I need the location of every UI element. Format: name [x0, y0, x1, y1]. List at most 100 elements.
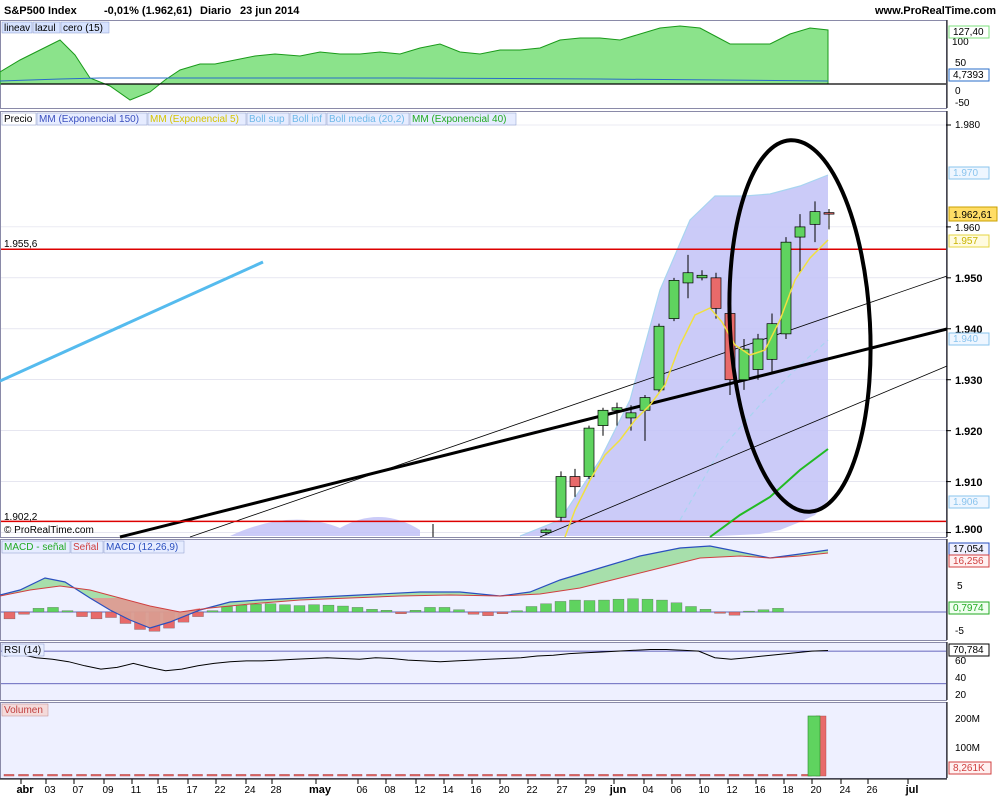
- volume-bar: [467, 774, 479, 777]
- macd-badge-3-text: 0,7974: [953, 603, 984, 614]
- macd-hist-bar: [772, 608, 784, 613]
- linreg-tick-0: 0: [955, 86, 961, 97]
- x-label-may: may: [309, 784, 332, 796]
- volume-bar: [772, 774, 783, 777]
- rsi-badge-text: 70,784: [953, 645, 984, 656]
- volume-bar: [757, 774, 769, 777]
- legend-mm5: MM (Exponencial 5): [150, 114, 239, 125]
- macd-tick-5: 5: [957, 581, 963, 592]
- volume-bar: [134, 774, 145, 777]
- volume-bar: [728, 774, 740, 777]
- x-label-jul: jul: [905, 784, 919, 796]
- volume-bar: [714, 774, 725, 777]
- macd-tick-neg5: -5: [955, 626, 964, 637]
- x-label-04: 04: [642, 785, 654, 796]
- badge-mm5-text: 1.957: [953, 236, 978, 247]
- volume-bar: [322, 774, 334, 777]
- volume-bar: [105, 774, 116, 777]
- macd-badge-1-text: 17,054: [953, 544, 984, 555]
- x-label-16: 16: [754, 785, 766, 796]
- volume-bar: [163, 774, 174, 777]
- vol-tick-100m: 100M: [955, 743, 980, 754]
- macd-badge-2-text: 16,256: [953, 556, 984, 567]
- volume-bg: [1, 703, 946, 778]
- rsi-tick-40: 40: [955, 673, 967, 684]
- x-label-22: 22: [214, 785, 226, 796]
- volume-bar: [76, 774, 87, 777]
- macd-hist-bar: [743, 610, 755, 613]
- linreg-badge-2-text: 4,7393: [953, 70, 984, 81]
- volume-bar: [61, 774, 73, 777]
- x-label-07: 07: [72, 785, 84, 796]
- volume-spike-bar: [807, 715, 821, 777]
- macd-hist-bar: [438, 607, 451, 613]
- period-label: Diario: [200, 5, 231, 17]
- macd-hist-bar: [714, 611, 726, 614]
- x-label-27: 27: [556, 785, 568, 796]
- macd-hist-bar: [380, 610, 393, 613]
- macd-hist-bar: [656, 599, 668, 613]
- legend-bollsup: Boll sup: [249, 114, 285, 125]
- legend-bollmedia: Boll media (20,2): [329, 114, 405, 125]
- x-label-24: 24: [839, 785, 851, 796]
- macd-hist-bar: [206, 610, 219, 613]
- volume-bar: [438, 774, 450, 777]
- macd-hist-bar: [90, 611, 103, 620]
- volume-bar: [409, 774, 421, 777]
- volume-bar: [221, 774, 232, 777]
- volume-bar: [264, 774, 276, 777]
- chart-canvas: S&P500 Index -0,01% (1.962,61) Diario 23…: [0, 0, 1000, 796]
- macd-hist-bar: [670, 602, 683, 613]
- candle-03 jun: [611, 407, 623, 411]
- volume-bar: [308, 774, 319, 777]
- x-label-22: 22: [526, 785, 538, 796]
- volume-bar: [424, 774, 435, 777]
- price-change: -0,01% (1.962,61): [104, 5, 192, 17]
- volume-bar: [380, 774, 392, 777]
- volume-bar: [569, 774, 580, 777]
- volume-bar: [18, 774, 29, 777]
- x-label-08: 08: [384, 785, 396, 796]
- volume-bar: [525, 774, 537, 777]
- x-label-06: 06: [670, 785, 682, 796]
- macd-hist-bar: [337, 605, 349, 613]
- macd-hist-bar: [279, 604, 291, 613]
- macd-hist-bar: [598, 599, 610, 613]
- candle-05 jun: [639, 397, 651, 411]
- macd-hist-bar: [76, 611, 88, 617]
- price-legend: Precio MM (Exponencial 150) MM (Exponenc…: [1, 112, 517, 126]
- macd-hist-bar: [250, 604, 262, 613]
- linreg-badge-1-text: 127,40: [953, 27, 984, 38]
- volume-bar: [3, 774, 15, 777]
- price-tick-1960: 1.960: [955, 223, 980, 234]
- x-label-10: 10: [698, 785, 710, 796]
- price-tick-1980: 1.980: [955, 120, 980, 131]
- macd-hist-bar: [554, 601, 567, 613]
- x-label-abr: abr: [16, 784, 34, 796]
- macd-hist-bar: [525, 606, 538, 613]
- volume-bar: [511, 774, 522, 777]
- macd-hist-bar: [467, 611, 480, 615]
- macd-hist-bar: [627, 598, 639, 613]
- volume-bar: [90, 774, 102, 777]
- volume-bar: [583, 774, 595, 777]
- candle-11 jun: [696, 274, 708, 279]
- legend-rsi: RSI (14): [4, 645, 41, 656]
- volume-bar: [366, 774, 377, 777]
- macd-hist-bar: [482, 611, 494, 616]
- volume-bar: [670, 774, 682, 777]
- x-label-03: 03: [44, 785, 56, 796]
- candle-20 jun: [794, 226, 806, 238]
- macd-hist-bar: [235, 604, 248, 613]
- x-axis: abr 03 07 09 11 15 17 22 24 28 may 06 08 12 14 16 20 22 27…: [0, 778, 947, 796]
- x-label-18: 18: [782, 785, 794, 796]
- price-tick-1900: 1.900: [955, 524, 983, 536]
- x-label-28: 28: [270, 785, 282, 796]
- legend-macd: MACD (12,26,9): [106, 542, 178, 553]
- x-label-24: 24: [244, 785, 256, 796]
- legend-mm150: MM (Exponencial 150): [39, 114, 139, 125]
- badge-boll-media-text: 1.940: [953, 334, 978, 345]
- x-label-06: 06: [356, 785, 368, 796]
- rsi-tick-60: 60: [955, 656, 967, 667]
- volume-bar: [786, 774, 798, 777]
